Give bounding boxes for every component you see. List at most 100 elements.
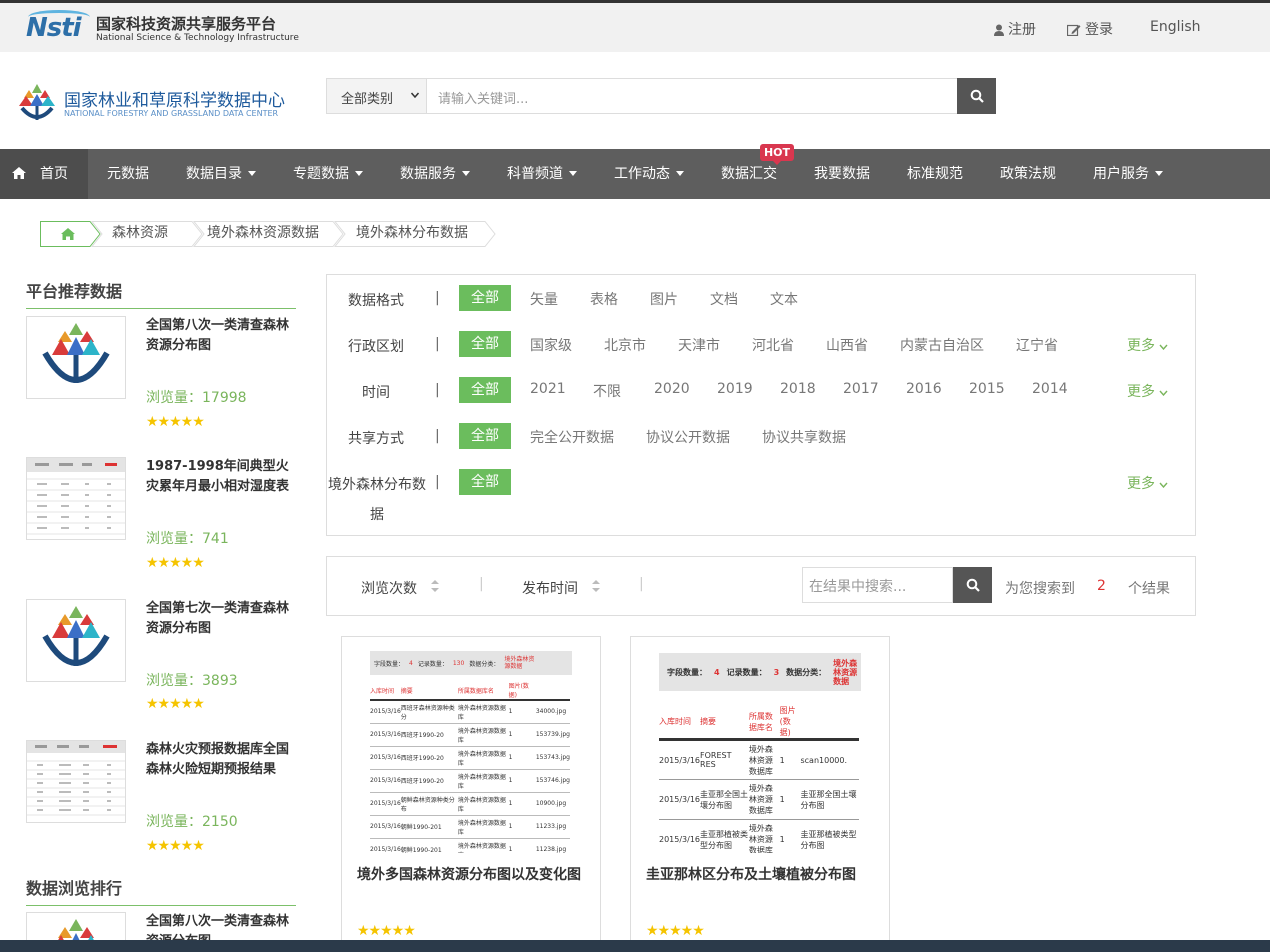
nav-data-services[interactable]: 数据服务 (400, 149, 470, 199)
filter-time-all[interactable]: 全部 (459, 377, 511, 403)
breadcrumb-item-foreign-forest-data[interactable]: 境外森林资源数据 (207, 222, 319, 246)
result-card[interactable]: 字段数量： 4 记录数量： 130 数据分类： 境外森林资源数据 入库时间 摘要 所… (341, 636, 601, 952)
filter-share-fully-public[interactable]: 完全公开数据 (530, 427, 614, 447)
thumb-cell: 34000.jpg (535, 708, 567, 716)
filter-format-text[interactable]: 文本 (770, 289, 798, 309)
forestry-emblem-icon (42, 323, 110, 383)
home-icon (12, 167, 26, 179)
search-button[interactable] (957, 78, 996, 114)
recommend-title: 平台推荐数据 (26, 278, 296, 309)
sort-arrows-icon[interactable] (431, 578, 439, 594)
english-link[interactable]: English (1150, 19, 1201, 35)
category-select[interactable]: 全部类别 (326, 78, 427, 114)
filter-time-2017[interactable]: 2017 (843, 381, 879, 397)
nav-user-services[interactable]: 用户服务 (1093, 149, 1163, 199)
nav-home[interactable]: 首页 (0, 149, 88, 199)
filter-region-shanxi[interactable]: 山西省 (826, 335, 868, 355)
caret-down-icon (248, 171, 256, 176)
filter-region-tianjin[interactable]: 天津市 (678, 335, 720, 355)
filter-time-2019[interactable]: 2019 (717, 381, 753, 397)
thumb-cell: 1 (508, 846, 513, 853)
recommend-thumb-1[interactable] (26, 316, 126, 399)
filter-region-more[interactable]: 更多 (1127, 335, 1168, 355)
result-search-input[interactable]: 在结果中搜索... (802, 567, 953, 603)
filter-format-table[interactable]: 表格 (590, 289, 618, 309)
result-title[interactable]: 境外多国森林资源分布图以及变化图 (357, 867, 592, 883)
recommend-views-4: 浏览量：2150 (146, 814, 238, 830)
recommend-thumb-2[interactable] (26, 457, 126, 540)
thumb-cell: 2015/3/16 (370, 823, 401, 830)
filter-time-2021[interactable]: 2021 (530, 381, 566, 397)
nsti-logo-title: 国家科技资源共享服务平台 (96, 15, 277, 33)
forestry-logo[interactable]: 国家林业和草原科学数据中心 NATIONAL FORESTRY AND GRAS… (16, 80, 316, 126)
nav-standards[interactable]: 标准规范 (907, 149, 963, 199)
result-thumb: 字段数量： 4 记录数量： 3 数据分类： 境外森林资源数据 入库时间 摘要 所属数… (659, 653, 861, 853)
filter-region-beijing[interactable]: 北京市 (604, 335, 646, 355)
sort-by-views[interactable]: 浏览次数 (361, 578, 417, 598)
nav-popular-science[interactable]: 科普频道 (507, 149, 577, 199)
filter-share-all[interactable]: 全部 (459, 423, 511, 449)
thumb-cell: 2015/3/16 (370, 777, 401, 784)
nav-policies[interactable]: 政策法规 (1000, 149, 1056, 199)
recommend-title-2[interactable]: 1987-1998年间典型火灾累年月最小相对湿度表 (146, 457, 296, 497)
recommend-thumb-4[interactable] (26, 740, 126, 823)
search-input[interactable]: 请输入关键词... (426, 78, 958, 114)
filter-time-unlimited[interactable]: 不限 (593, 381, 621, 401)
thumb-cell: 1 (779, 755, 785, 765)
thumb-cell: 圭亚那全国土壤分布图 (800, 789, 857, 810)
nav-data-catalog[interactable]: 数据目录 (186, 149, 256, 199)
result-card[interactable]: 字段数量： 4 记录数量： 3 数据分类： 境外森林资源数据 入库时间 摘要 所属数… (630, 636, 890, 952)
thumb-col: 摘要 (700, 717, 717, 726)
nav-metadata[interactable]: 元数据 (107, 149, 149, 199)
filter-format-all[interactable]: 全部 (459, 285, 511, 311)
sort-by-date[interactable]: 发布时间 (522, 578, 578, 598)
thumb-cell: 153739.jpg (535, 731, 570, 738)
filter-distribution-all[interactable]: 全部 (459, 469, 511, 495)
filter-time-2018[interactable]: 2018 (780, 381, 816, 397)
result-thumb: 字段数量： 4 记录数量： 130 数据分类： 境外森林资源数据 入库时间 摘要 所… (370, 651, 572, 853)
thumb-cell: 西班牙1990-20 (400, 732, 444, 739)
filter-region-hebei[interactable]: 河北省 (752, 335, 794, 355)
filter-region-national[interactable]: 国家级 (530, 335, 572, 355)
thumb-cell: 1 (779, 795, 785, 804)
filter-region-all[interactable]: 全部 (459, 331, 511, 357)
thumb-cell: 境外森林资源数据库 (457, 819, 506, 836)
filter-time-2014[interactable]: 2014 (1032, 381, 1068, 397)
nav-request-data[interactable]: 我要数据 (814, 149, 870, 199)
thumb-cell: 圭亚那植被类型分布图 (700, 829, 749, 850)
filter-format-image[interactable]: 图片 (650, 289, 678, 309)
result-search-button[interactable] (953, 567, 992, 603)
breadcrumb-item-foreign-forest-distribution[interactable]: 境外森林分布数据 (356, 222, 468, 246)
filter-region-inner-mongolia[interactable]: 内蒙古自治区 (900, 335, 984, 355)
filter-format-document[interactable]: 文档 (710, 289, 738, 309)
recommend-title-4[interactable]: 森林火灾预报数据库全国森林火险短期预报结果 (146, 740, 296, 780)
recommend-title-3[interactable]: 全国第七次一类清查森林资源分布图 (146, 599, 296, 639)
recommend-title-1[interactable]: 全国第八次一类清查森林资源分布图 (146, 316, 296, 356)
sort-arrows-icon[interactable] (592, 578, 600, 594)
filter-time-2016[interactable]: 2016 (906, 381, 942, 397)
filter-time-2015[interactable]: 2015 (969, 381, 1005, 397)
sort-bar: 浏览次数 | 发布时间 | 在结果中搜索... 为您搜索到 2 个结果 (326, 556, 1196, 616)
nsti-logo[interactable]: Nsti 国家科技资源共享服务平台 National Science & Tec… (26, 10, 299, 46)
nav-thematic-data[interactable]: 专题数据 (293, 149, 363, 199)
filter-share-agreement-public[interactable]: 协议公开数据 (646, 427, 730, 447)
filter-time-2020[interactable]: 2020 (654, 381, 690, 397)
chevron-down-icon (1159, 482, 1168, 489)
breadcrumb-item-forest-resources[interactable]: 森林资源 (112, 222, 168, 246)
register-link[interactable]: 注册 (994, 19, 1036, 39)
result-title[interactable]: 圭亚那林区分布及土壤植被分布图 (646, 867, 881, 883)
thumb-cell: 2015/3/16 (370, 846, 401, 853)
filter-distribution-more[interactable]: 更多 (1127, 473, 1168, 493)
nav-work-news[interactable]: 工作动态 (614, 149, 684, 199)
filter-region-liaoning[interactable]: 辽宁省 (1016, 335, 1058, 355)
filter-separator: | (435, 382, 440, 398)
recommend-thumb-3[interactable] (26, 599, 126, 682)
thumb-cell: 11238.jpg (535, 846, 567, 853)
thumb-table-row: 2015/3/16 圭亚那全国土壤分布图 境外森林资源数据库 1 圭亚那全国土壤分布图 (659, 780, 859, 820)
login-link[interactable]: 登录 (1066, 19, 1113, 39)
filter-format-vector[interactable]: 矢量 (530, 289, 558, 309)
filter-time-more[interactable]: 更多 (1127, 381, 1168, 401)
filter-share-agreement-shared[interactable]: 协议共享数据 (762, 427, 846, 447)
ranking-title-1[interactable]: 全国第八次一类清查森林资源分布图 (146, 912, 296, 940)
forestry-logo-title: 国家林业和草原科学数据中心 (64, 91, 285, 111)
